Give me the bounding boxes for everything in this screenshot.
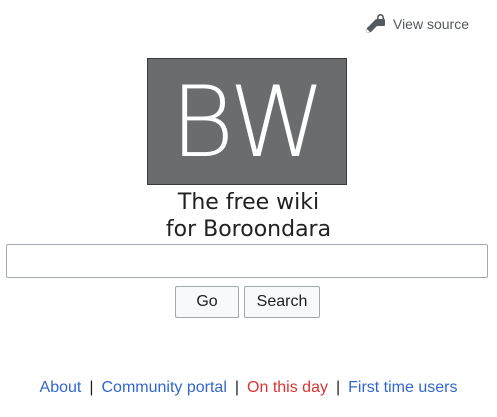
footer-links: About | Community portal | On this day | First…	[0, 379, 497, 397]
main-page: View source BW The free wiki for Boroond…	[0, 0, 497, 417]
view-source-link[interactable]: View source	[364, 13, 469, 35]
tagline-line-1: The free wiki	[177, 190, 320, 215]
site-logo[interactable]: BW	[147, 58, 347, 185]
logo-text: BW	[170, 65, 326, 180]
separator: |	[335, 379, 341, 396]
lock-pencil-icon	[365, 14, 385, 33]
search-buttons: Go Search	[0, 286, 497, 318]
separator: |	[234, 379, 240, 396]
link-community-portal[interactable]: Community portal	[102, 379, 227, 396]
search-input[interactable]	[6, 244, 488, 278]
go-button[interactable]: Go	[175, 286, 239, 318]
separator: |	[89, 379, 94, 396]
link-on-this-day[interactable]: On this day	[247, 379, 328, 396]
link-about[interactable]: About	[40, 379, 82, 396]
site-tagline: The free wiki for Boroondara	[0, 189, 497, 243]
view-source-label: View source	[392, 16, 469, 32]
tagline-line-2: for Boroondara	[165, 217, 332, 242]
search-button[interactable]: Search	[244, 286, 320, 318]
link-first-time-users[interactable]: First time users	[348, 379, 457, 396]
